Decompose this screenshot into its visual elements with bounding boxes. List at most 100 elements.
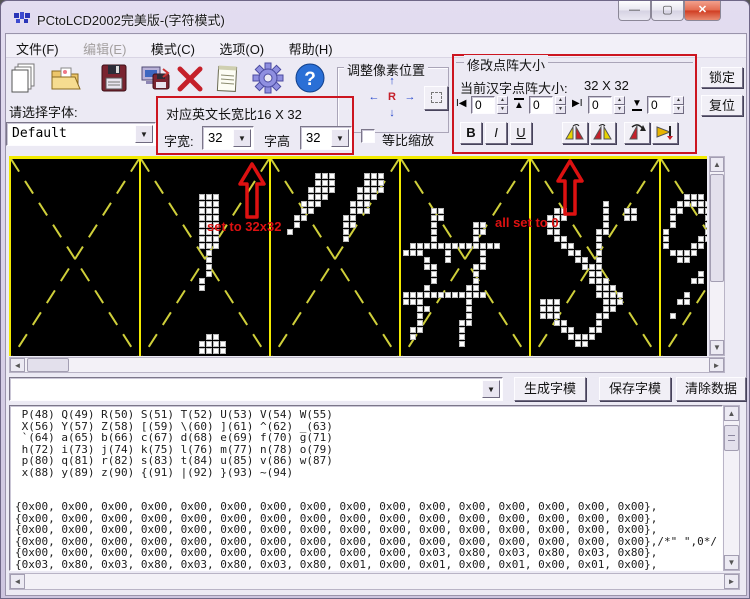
pixel-block[interactable] <box>199 236 205 242</box>
preview-cell-space[interactable] <box>11 159 141 356</box>
font-select-combo[interactable]: Default ▼ <box>6 122 156 146</box>
save-as-button[interactable] <box>139 61 175 97</box>
preview-cell-dollar[interactable] <box>531 159 661 356</box>
underline-button[interactable]: U <box>510 122 532 144</box>
pixel-block[interactable] <box>459 243 465 249</box>
pixel-block[interactable] <box>705 229 707 235</box>
pixel-block[interactable] <box>459 341 465 347</box>
frame-tool-button[interactable] <box>424 86 448 110</box>
pixel-block[interactable] <box>596 320 602 326</box>
pixel-block[interactable] <box>213 194 219 200</box>
pixel-block[interactable] <box>473 264 479 270</box>
pixel-block[interactable] <box>410 250 416 256</box>
pixel-block[interactable] <box>322 173 328 179</box>
preview-cell-double-quote[interactable] <box>271 159 401 356</box>
pixel-block[interactable] <box>480 292 486 298</box>
pixel-block[interactable] <box>213 334 219 340</box>
pixel-block[interactable] <box>206 250 212 256</box>
pixel-block[interactable] <box>417 306 423 312</box>
pixel-block[interactable] <box>357 201 363 207</box>
pixel-block[interactable] <box>206 334 212 340</box>
open-file-button[interactable] <box>49 61 85 97</box>
char-width-dropdown-button[interactable]: ▼ <box>233 129 251 147</box>
pixel-block[interactable] <box>199 208 205 214</box>
pixel-block[interactable] <box>431 236 437 242</box>
pixel-block[interactable] <box>378 173 384 179</box>
menu-help[interactable]: 帮助(H) <box>279 35 343 62</box>
pixel-block[interactable] <box>431 292 437 298</box>
pixel-block[interactable] <box>705 208 707 214</box>
pixel-block[interactable] <box>350 215 356 221</box>
menu-options[interactable]: 选项(O) <box>209 35 274 62</box>
pixel-block[interactable] <box>473 243 479 249</box>
pixel-block[interactable] <box>589 327 595 333</box>
shift-down-input[interactable]: 0 <box>647 96 671 114</box>
pixel-block[interactable] <box>343 215 349 221</box>
pixel-block[interactable] <box>213 208 219 214</box>
pixel-block[interactable] <box>206 208 212 214</box>
pixel-block[interactable] <box>294 215 300 221</box>
pixel-block[interactable] <box>480 250 486 256</box>
pixel-block[interactable] <box>473 222 479 228</box>
move-reset-button[interactable]: R <box>384 90 400 106</box>
pixel-block[interactable] <box>589 278 595 284</box>
generate-button[interactable]: 生成字模 <box>514 377 586 401</box>
preview-vscrollbar[interactable]: ▲ ▼ <box>709 156 725 356</box>
pixel-block[interactable] <box>308 187 314 193</box>
pixel-block[interactable] <box>603 201 609 207</box>
pixel-block[interactable] <box>417 243 423 249</box>
pixel-block[interactable] <box>403 250 409 256</box>
pixel-block[interactable] <box>684 257 690 263</box>
pixel-block[interactable] <box>466 306 472 312</box>
pixel-block[interactable] <box>206 341 212 347</box>
char-height-combo[interactable]: 32 ▼ <box>300 126 352 150</box>
pixel-block[interactable] <box>617 299 623 305</box>
pixel-block[interactable] <box>213 236 219 242</box>
pixel-block[interactable] <box>596 278 602 284</box>
pixel-block[interactable] <box>438 208 444 214</box>
pixel-block[interactable] <box>603 208 609 214</box>
output-vscroll-up-button[interactable]: ▲ <box>724 406 739 421</box>
shift-right-spin-down[interactable]: ▼ <box>614 105 625 114</box>
pixel-block[interactable] <box>603 313 609 319</box>
pixel-block[interactable] <box>568 243 574 249</box>
pixel-block[interactable] <box>364 208 370 214</box>
pixel-block[interactable] <box>301 208 307 214</box>
pixel-block[interactable] <box>213 341 219 347</box>
pixel-block[interactable] <box>199 285 205 291</box>
pixel-block[interactable] <box>568 250 574 256</box>
pixel-block[interactable] <box>547 313 553 319</box>
pixel-block[interactable] <box>596 257 602 263</box>
output-vscroll-thumb[interactable] <box>724 425 739 451</box>
pixel-block[interactable] <box>213 201 219 207</box>
pixel-block[interactable] <box>378 180 384 186</box>
maximize-button[interactable]: ▢ <box>651 1 684 21</box>
pixel-block[interactable] <box>575 257 581 263</box>
pixel-block[interactable] <box>199 278 205 284</box>
pixel-block[interactable] <box>220 341 226 347</box>
output-vscrollbar[interactable]: ▲ ▼ <box>723 405 740 571</box>
pixel-block[interactable] <box>610 285 616 291</box>
pixel-block[interactable] <box>371 187 377 193</box>
pixel-block[interactable] <box>554 320 560 326</box>
pixel-block[interactable] <box>670 222 676 228</box>
preview-hscroll-left-button[interactable]: ◄ <box>10 358 25 372</box>
pixel-block[interactable] <box>417 299 423 305</box>
pixel-block[interactable] <box>287 229 293 235</box>
pixel-block[interactable] <box>575 334 581 340</box>
pixel-block[interactable] <box>603 229 609 235</box>
pixel-block[interactable] <box>596 271 602 277</box>
pixel-block[interactable] <box>603 292 609 298</box>
pixel-block[interactable] <box>596 285 602 291</box>
pixel-block[interactable] <box>308 208 314 214</box>
pixel-block[interactable] <box>431 271 437 277</box>
move-up-button[interactable]: ↑ <box>384 74 400 90</box>
pixel-block[interactable] <box>568 334 574 340</box>
pixel-block[interactable] <box>213 348 219 354</box>
minimize-button[interactable]: — <box>618 1 651 21</box>
pixel-block[interactable] <box>322 180 328 186</box>
pixel-block[interactable] <box>540 299 546 305</box>
pixel-block[interactable] <box>431 215 437 221</box>
pixel-block[interactable] <box>631 215 637 221</box>
pixel-block[interactable] <box>663 236 669 242</box>
